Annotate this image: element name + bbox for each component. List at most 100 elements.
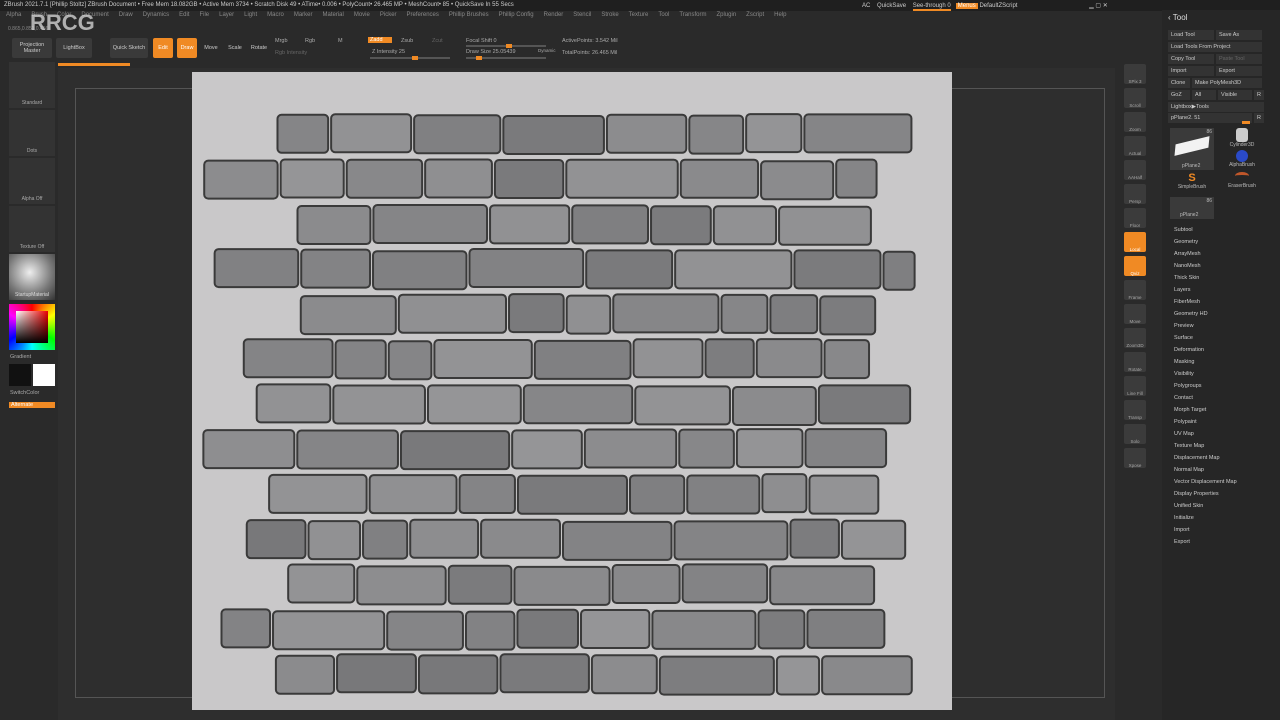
- secondary-color-swatch[interactable]: [33, 364, 55, 386]
- goz-visible-button[interactable]: Visible: [1218, 90, 1252, 100]
- shelf-move-button[interactable]: Move: [1124, 304, 1146, 324]
- menu-file[interactable]: File: [199, 12, 209, 18]
- zsub-button[interactable]: Zsub: [401, 38, 413, 44]
- goz-button[interactable]: GoZ: [1168, 90, 1190, 100]
- shelf-zoom-button[interactable]: Zoom: [1124, 112, 1146, 132]
- shelf-frame-button[interactable]: Frame: [1124, 280, 1146, 300]
- menu-light[interactable]: Light: [244, 12, 257, 18]
- menu-zscript[interactable]: Zscript: [746, 12, 764, 18]
- shelf-local-button[interactable]: Local: [1124, 232, 1146, 252]
- lightbox-button[interactable]: LightBox: [56, 38, 92, 58]
- menu-picker[interactable]: Picker: [380, 12, 397, 18]
- shelf-line-fill-button[interactable]: Line Fill: [1124, 376, 1146, 396]
- document-canvas[interactable]: [192, 72, 952, 710]
- window-controls[interactable]: ▁ ▢ ✕: [1089, 3, 1108, 9]
- subpalette-thick-skin[interactable]: Thick Skin: [1174, 275, 1199, 281]
- subpalette-geometry[interactable]: Geometry: [1174, 239, 1198, 245]
- subpalette-visibility[interactable]: Visibility: [1174, 371, 1194, 377]
- quick-sketch-button[interactable]: Quick Sketch: [110, 38, 148, 58]
- menu-draw[interactable]: Draw: [119, 12, 133, 18]
- subpalette-import[interactable]: Import: [1174, 527, 1190, 533]
- menu-texture[interactable]: Texture: [629, 12, 649, 18]
- menu-zplugin[interactable]: Zplugin: [716, 12, 736, 18]
- tool-thumb-simplebrush[interactable]: S SimpleBrush: [1170, 172, 1214, 194]
- subpalette-export[interactable]: Export: [1174, 539, 1190, 545]
- subpalette-geometry-hd[interactable]: Geometry HD: [1174, 311, 1208, 317]
- rotate-button[interactable]: Rotate: [249, 38, 269, 58]
- see-through-slider[interactable]: See-through 0: [912, 3, 951, 11]
- subpalette-uv-map[interactable]: UV Map: [1174, 431, 1194, 437]
- subpalette-arraymesh[interactable]: ArrayMesh: [1174, 251, 1201, 257]
- menu-stroke[interactable]: Stroke: [601, 12, 618, 18]
- subpalette-preview[interactable]: Preview: [1174, 323, 1194, 329]
- subpalette-nanomesh[interactable]: NanoMesh: [1174, 263, 1201, 269]
- shelf-actual-button[interactable]: Actual: [1124, 136, 1146, 156]
- move-button[interactable]: Move: [201, 38, 221, 58]
- z-intensity-slider[interactable]: Z Intensity 25: [372, 49, 405, 55]
- copy-tool-button[interactable]: Copy Tool: [1168, 54, 1214, 64]
- rgb-button[interactable]: Rgb: [305, 38, 315, 44]
- tool-thumb-eraserbrush[interactable]: EraserBrush: [1220, 172, 1264, 194]
- load-from-project-button[interactable]: Load Tools From Project: [1168, 42, 1262, 52]
- shelf-persp-button[interactable]: Persp: [1124, 184, 1146, 204]
- current-tool-slider[interactable]: pPlane2. 51: [1168, 113, 1252, 123]
- load-tool-button[interactable]: Load Tool: [1168, 30, 1214, 40]
- quicksave-button[interactable]: QuickSave: [877, 3, 906, 9]
- primary-color-swatch[interactable]: [9, 364, 31, 386]
- shelf-scroll-button[interactable]: Scroll: [1124, 88, 1146, 108]
- goz-r-button[interactable]: R: [1254, 90, 1264, 100]
- z-intensity-track[interactable]: [370, 56, 450, 60]
- subpalette-displacement-map[interactable]: Displacement Map: [1174, 455, 1220, 461]
- export-button[interactable]: Export: [1216, 66, 1262, 76]
- subpalette-masking[interactable]: Masking: [1174, 359, 1194, 365]
- rgb-intensity-slider[interactable]: Rgb Intensity: [275, 50, 307, 56]
- clone-button[interactable]: Clone: [1168, 78, 1190, 88]
- focal-shift-slider[interactable]: Focal Shift 0: [466, 38, 497, 44]
- menu-alpha[interactable]: Alpha: [6, 12, 21, 18]
- m-button[interactable]: M: [338, 38, 343, 44]
- goz-all-button[interactable]: All: [1192, 90, 1216, 100]
- alpha-selector[interactable]: Alpha Off: [9, 158, 55, 204]
- shelf-transp-button[interactable]: Transp: [1124, 400, 1146, 420]
- shelf-qviz-button[interactable]: Qviz: [1124, 256, 1146, 276]
- make-polymesh-button[interactable]: Make PolyMesh3D: [1192, 78, 1262, 88]
- subpalette-layers[interactable]: Layers: [1174, 287, 1191, 293]
- texture-selector[interactable]: Texture Off: [9, 206, 55, 252]
- tool-thumb-cylinder3d[interactable]: Cylinder3D: [1220, 128, 1264, 148]
- paste-tool-button[interactable]: Paste Tool: [1216, 54, 1262, 64]
- subpalette-morph-target[interactable]: Morph Target: [1174, 407, 1206, 413]
- tool-thumb-pplane2[interactable]: 86 pPlane2: [1170, 128, 1214, 170]
- focal-shift-track[interactable]: [466, 44, 546, 48]
- color-picker[interactable]: [9, 304, 55, 350]
- draw-button[interactable]: Draw: [177, 38, 197, 58]
- alternate-button[interactable]: Alternate: [9, 402, 55, 408]
- tool-thumb-alphabrush[interactable]: AlphaBrush: [1220, 150, 1264, 170]
- zcut-button[interactable]: Zcut: [432, 38, 443, 44]
- subpalette-texture-map[interactable]: Texture Map: [1174, 443, 1204, 449]
- shelf-zoom3d-button[interactable]: Zoom3D: [1124, 328, 1146, 348]
- dynamic-button[interactable]: Dynamic: [538, 48, 556, 53]
- menu-material[interactable]: Material: [323, 12, 344, 18]
- scale-button[interactable]: Scale: [225, 38, 245, 58]
- menu-tool[interactable]: Tool: [658, 12, 669, 18]
- subpalette-deformation[interactable]: Deformation: [1174, 347, 1204, 353]
- edit-button[interactable]: Edit: [153, 38, 173, 58]
- subpalette-initialize[interactable]: Initialize: [1174, 515, 1194, 521]
- subpalette-normal-map[interactable]: Normal Map: [1174, 467, 1204, 473]
- draw-size-track[interactable]: [466, 56, 546, 60]
- import-button[interactable]: Import: [1168, 66, 1214, 76]
- menu-movie[interactable]: Movie: [354, 12, 370, 18]
- shelf-aahalf-button[interactable]: AAHalf: [1124, 160, 1146, 180]
- menu-dynamics[interactable]: Dynamics: [143, 12, 169, 18]
- menu-render[interactable]: Render: [544, 12, 564, 18]
- draw-size-slider[interactable]: Draw Size 25.05439: [466, 49, 516, 55]
- subpalette-subtool[interactable]: Subtool: [1174, 227, 1193, 233]
- save-as-button[interactable]: Save As: [1216, 30, 1262, 40]
- subpalette-display-properties[interactable]: Display Properties: [1174, 491, 1219, 497]
- shelf-solo-button[interactable]: Solo: [1124, 424, 1146, 444]
- material-selector[interactable]: StartupMaterial: [9, 254, 55, 300]
- shelf-floor-button[interactable]: Floor: [1124, 208, 1146, 228]
- subpalette-contact[interactable]: Contact: [1174, 395, 1193, 401]
- menu-phillip-config[interactable]: Phillip Config: [499, 12, 534, 18]
- shelf-rotate-button[interactable]: Rotate: [1124, 352, 1146, 372]
